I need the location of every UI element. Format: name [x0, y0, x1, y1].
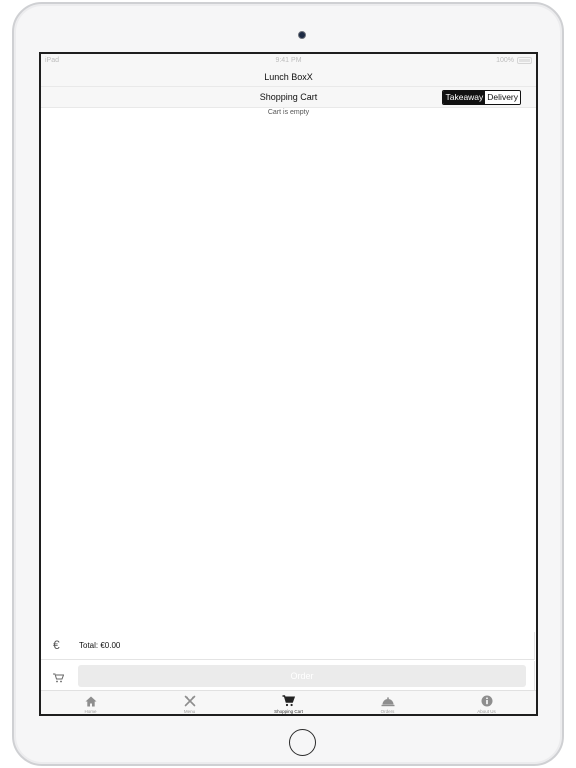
utensils-icon [140, 694, 239, 707]
tab-bar: Home Menu Shopping Cart Orders About Us [41, 690, 536, 714]
euro-icon: € [53, 638, 60, 652]
app-screen: iPad 9:41 PM 100% Lunch BoxX Shopping Ca… [39, 52, 538, 716]
cart-icon [53, 670, 65, 688]
order-button[interactable]: Order [78, 665, 526, 687]
order-row: Order [41, 661, 535, 691]
tab-menu[interactable]: Menu [140, 691, 239, 714]
total-amount: Total: €0.00 [79, 641, 121, 650]
cart-icon [239, 694, 338, 707]
tab-orders[interactable]: Orders [338, 691, 437, 714]
clock: 9:41 PM [275, 57, 302, 64]
segment-delivery[interactable]: Delivery [485, 91, 520, 104]
tab-menu-label: Menu [183, 709, 196, 714]
app-title: Lunch BoxX [264, 72, 313, 82]
cart-header: Shopping Cart Takeaway Delivery [41, 86, 536, 108]
info-icon [437, 694, 536, 707]
empty-cart-message: Cart is empty [267, 109, 310, 116]
tab-orders-label: Orders [380, 709, 395, 714]
tab-about-us[interactable]: About Us [437, 691, 536, 714]
tab-home-label: Home [84, 709, 97, 714]
fulfillment-segmented-control: Takeaway Delivery [442, 90, 521, 105]
cloche-icon [338, 694, 437, 707]
tab-about-us-label: About Us [477, 709, 496, 714]
tab-home[interactable]: Home [41, 691, 140, 714]
tab-shopping-cart-label: Shopping Cart [274, 709, 303, 714]
battery-icon [517, 57, 532, 64]
home-icon [41, 694, 140, 707]
battery-percent: 100% [496, 57, 514, 64]
navigation-bar: Lunch BoxX [41, 68, 536, 86]
front-camera [298, 31, 306, 39]
tab-shopping-cart[interactable]: Shopping Cart [239, 691, 338, 714]
status-bar: iPad 9:41 PM 100% [41, 54, 536, 68]
total-row: € Total: €0.00 [41, 632, 535, 660]
home-button[interactable] [289, 729, 316, 756]
segment-takeaway[interactable]: Takeaway [443, 91, 486, 104]
